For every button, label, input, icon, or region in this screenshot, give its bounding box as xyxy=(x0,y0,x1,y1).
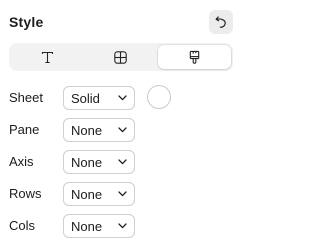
row-axis: Axis None xyxy=(9,150,233,174)
row-sheet: Sheet Solid xyxy=(9,85,233,110)
sheet-select[interactable]: Solid xyxy=(63,86,135,110)
undo-button[interactable] xyxy=(209,10,233,34)
sheet-select-value: Solid xyxy=(71,90,100,106)
chevron-down-icon xyxy=(118,159,127,165)
rows-select[interactable]: None xyxy=(63,182,135,206)
cols-select[interactable]: None xyxy=(63,214,135,238)
row-pane: Pane None xyxy=(9,118,233,142)
cols-label: Cols xyxy=(9,218,36,233)
tab-grid[interactable] xyxy=(84,45,157,69)
grid-icon xyxy=(114,50,128,64)
panel-header: Style xyxy=(9,8,233,36)
text-icon xyxy=(42,51,54,63)
chevron-down-icon xyxy=(118,95,127,101)
style-tabs xyxy=(9,43,233,71)
rows-label: Rows xyxy=(9,186,42,201)
axis-select-value: None xyxy=(71,154,103,170)
cols-select-value: None xyxy=(71,218,103,234)
chevron-down-icon xyxy=(118,191,127,197)
row-rows: Rows None xyxy=(9,182,233,206)
chevron-down-icon xyxy=(118,223,127,229)
axis-label: Axis xyxy=(9,154,34,169)
sheet-label: Sheet xyxy=(9,90,43,105)
row-cols: Cols None xyxy=(9,214,233,238)
undo-icon xyxy=(215,16,226,28)
sheet-color-swatch[interactable] xyxy=(147,85,171,109)
pane-label: Pane xyxy=(9,122,40,137)
axis-select[interactable]: None xyxy=(63,150,135,174)
tab-format[interactable] xyxy=(157,45,231,69)
brush-icon xyxy=(189,50,200,64)
panel-title: Style xyxy=(9,14,44,30)
tab-text[interactable] xyxy=(11,45,84,69)
chevron-down-icon xyxy=(118,127,127,133)
rows-select-value: None xyxy=(71,186,103,202)
pane-select[interactable]: None xyxy=(63,118,135,142)
pane-select-value: None xyxy=(71,122,103,138)
